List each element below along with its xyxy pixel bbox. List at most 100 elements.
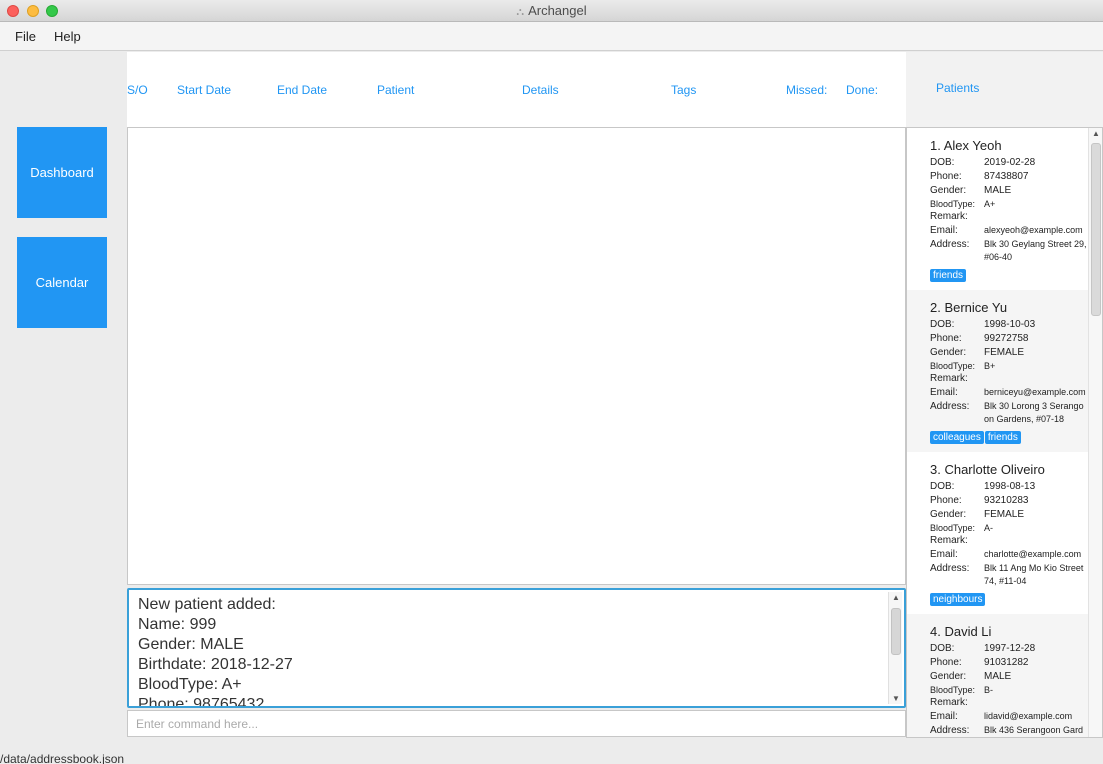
phone-label: Phone: — [930, 171, 962, 182]
task-list[interactable] — [127, 127, 906, 585]
patient-card[interactable]: 1. Alex Yeoh DOB: 2019-02-28 Phone: 874388… — [907, 128, 1090, 290]
dob-label: DOB: — [930, 643, 955, 654]
bloodtype-label: BloodType: — [930, 685, 976, 695]
patient-bloodtype: B- — [984, 685, 993, 695]
window-title: Archangel — [528, 3, 587, 18]
gender-label: Gender: — [930, 185, 967, 196]
result-line: BloodType: A+ — [138, 676, 242, 693]
gender-label: Gender: — [930, 509, 967, 520]
window-title-container: ⛬ Archangel — [0, 3, 1103, 19]
scroll-down-arrow-icon[interactable]: ▼ — [892, 694, 900, 703]
patient-email: lidavid@example.com — [984, 711, 1073, 721]
email-label: Email: — [930, 387, 958, 398]
column-header-tags: Tags — [671, 83, 697, 97]
menu-help[interactable]: Help — [54, 29, 81, 44]
column-header-end-date: End Date — [277, 83, 328, 97]
result-line: Name: 999 — [138, 616, 217, 633]
patient-remark — [984, 210, 1088, 224]
patient-dob: 2019-02-28 — [984, 157, 1036, 168]
bloodtype-label: BloodType: — [930, 361, 976, 371]
patient-scroll-thumb[interactable] — [1091, 143, 1101, 316]
phone-label: Phone: — [930, 333, 962, 344]
address-label: Address: — [930, 401, 970, 412]
dashboard-button[interactable]: Dashboard — [17, 127, 107, 218]
patient-bloodtype: A- — [984, 523, 993, 533]
patient-remark — [984, 534, 1088, 548]
gender-label: Gender: — [930, 347, 967, 358]
patient-name: 2. Bernice Yu — [930, 300, 1008, 315]
patient-gender: FEMALE — [984, 347, 1025, 358]
patient-phone: 93210283 — [984, 495, 1029, 506]
result-display[interactable]: New patient added: Name: 999 Gender: MAL… — [127, 588, 906, 708]
patient-address: Blk 30 Lorong 3 Serangoon Gardens, #07-1… — [984, 401, 1084, 424]
dob-label: DOB: — [930, 319, 955, 330]
patient-tags: friends — [930, 269, 1090, 282]
phone-label: Phone: — [930, 495, 962, 506]
status-bar-path: /data/addressbook.json — [0, 752, 125, 764]
remark-label: Remark: — [930, 211, 968, 222]
address-label: Address: — [930, 239, 970, 250]
result-scroll-thumb[interactable] — [891, 608, 901, 655]
patient-gender: MALE — [984, 671, 1012, 682]
column-header-start-date: Start Date — [177, 83, 232, 97]
column-header-details: Details — [522, 83, 559, 97]
patient-remark — [984, 372, 1088, 386]
result-line: Birthdate: 2018-12-27 — [138, 656, 293, 673]
scroll-up-arrow-icon[interactable]: ▲ — [892, 593, 900, 602]
column-header-patient: Patient — [377, 83, 415, 97]
patient-list-panel[interactable]: 1. Alex Yeoh DOB: 2019-02-28 Phone: 874388… — [906, 127, 1103, 738]
patient-list-scrollbar[interactable]: ▲ — [1088, 128, 1102, 737]
patient-card[interactable]: 3. Charlotte Oliveiro DOB: 1998-08-13 Pho… — [907, 452, 1090, 614]
remark-label: Remark: — [930, 373, 968, 384]
scroll-up-arrow-icon[interactable]: ▲ — [1092, 129, 1100, 138]
archangel-icon: ⛬ — [516, 6, 525, 18]
menu-file[interactable]: File — [15, 29, 36, 44]
patient-dob: 1998-10-03 — [984, 319, 1036, 330]
email-label: Email: — [930, 549, 958, 560]
remark-label: Remark: — [930, 697, 968, 708]
email-label: Email: — [930, 225, 958, 236]
title-bar: ⛬ Archangel — [0, 0, 1103, 22]
patient-address: Blk 436 Serangoon Gardens Street 26, #16… — [984, 725, 1084, 735]
result-scrollbar[interactable]: ▲ ▼ — [888, 592, 902, 704]
column-header-missed: Missed: — [786, 83, 828, 97]
column-header-done: Done: — [846, 83, 879, 97]
patient-gender: MALE — [984, 185, 1012, 196]
patient-email: berniceyu@example.com — [984, 387, 1086, 397]
patient-phone: 91031282 — [984, 657, 1029, 668]
patient-name: 1. Alex Yeoh — [930, 138, 1002, 153]
bloodtype-label: BloodType: — [930, 523, 976, 533]
patient-dob: 1997-12-28 — [984, 643, 1036, 654]
patient-email: charlotte@example.com — [984, 549, 1082, 559]
result-line: New patient added: — [138, 596, 276, 613]
column-header-so: S/O — [127, 83, 148, 97]
patients-header: Patients — [906, 52, 1103, 127]
remark-label: Remark: — [930, 535, 968, 546]
patient-card[interactable]: 4. David Li DOB: 1997-12-28 Phone: 9103128… — [907, 614, 1090, 737]
tag-neighbours: neighbours — [930, 593, 986, 606]
bloodtype-label: BloodType: — [930, 199, 976, 209]
patient-dob: 1998-08-13 — [984, 481, 1036, 492]
patient-address: Blk 30 Geylang Street 29, #06-40 — [984, 239, 1087, 262]
patient-address: Blk 11 Ang Mo Kio Street 74, #11-04 — [984, 563, 1084, 586]
patient-phone: 87438807 — [984, 171, 1029, 182]
tag-colleagues: colleagues — [930, 431, 984, 444]
result-text: New patient added: Name: 999 Gender: MAL… — [138, 595, 293, 708]
patient-phone: 99272758 — [984, 333, 1029, 344]
patient-tags: colleagues friends — [930, 431, 1090, 444]
result-line: Phone: 98765432 — [138, 696, 265, 708]
email-label: Email: — [930, 711, 958, 722]
command-input[interactable] — [127, 710, 906, 737]
patient-bloodtype: A+ — [984, 199, 996, 209]
patients-title: Patients — [936, 81, 980, 95]
calendar-button[interactable]: Calendar — [17, 237, 107, 328]
address-label: Address: — [930, 725, 970, 736]
patient-remark — [984, 696, 1088, 710]
address-label: Address: — [930, 563, 970, 574]
task-table-header: S/O Start Date End Date Patient Details … — [127, 52, 906, 127]
patient-card[interactable]: 2. Bernice Yu DOB: 1998-10-03 Phone: 99272… — [907, 290, 1090, 452]
phone-label: Phone: — [930, 657, 962, 668]
dob-label: DOB: — [930, 481, 955, 492]
result-line: Gender: MALE — [138, 636, 244, 653]
patient-bloodtype: B+ — [984, 361, 996, 371]
